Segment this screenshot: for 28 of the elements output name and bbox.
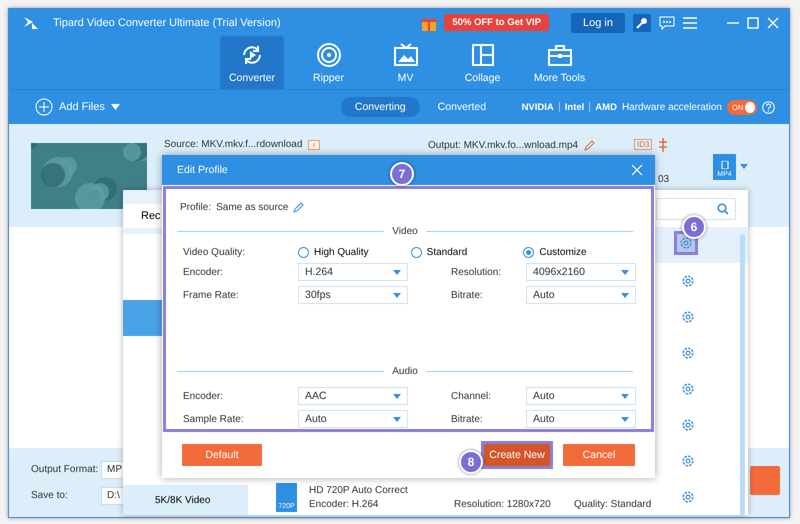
section-title: Audio [392, 366, 418, 376]
field-label: Resolution: [450, 266, 502, 278]
profile-name: Same as source [216, 202, 288, 212]
preset-encoder: Encoder: H.264 [309, 498, 380, 510]
field-label: Bitrate: [450, 290, 484, 300]
hardware-acceleration-label: Hardware acceleration [622, 102, 722, 112]
source-filename: Source: MKV.mkv.f...rdownload [164, 139, 302, 150]
field-label: Frame Rate: [183, 290, 240, 300]
save-to-label: Save to: [31, 490, 69, 501]
preset-name: HD 720P Auto Correct [309, 484, 409, 496]
output-format-label: Output Format: [31, 464, 100, 475]
field-label: Channel: [450, 390, 492, 402]
preset-quality: Quality: Standard [574, 498, 652, 510]
gpu-brand: NVIDIA [522, 102, 554, 112]
gpu-brand: Intel [564, 102, 584, 112]
section-title: Video [392, 226, 418, 236]
field-label: Sample Rate: [183, 414, 245, 424]
field-label: Video Quality: [183, 247, 246, 258]
output-filename: Output: MKV.mkv.fo...wnload.mp4 [428, 140, 578, 150]
field-label: Bitrate: [450, 414, 484, 424]
field-label: Encoder: [183, 266, 224, 278]
window-title: Tipard Video Converter Ultimate (Trial Version) [53, 16, 282, 28]
profile-label: Profile: [180, 202, 212, 212]
file-info-text: 03 [658, 174, 670, 185]
gpu-brand: AMD [595, 102, 617, 112]
dialog-title: Edit Profile [177, 164, 228, 176]
field-label: Encoder: [183, 390, 224, 402]
preset-resolution: Resolution: 1280x720 [454, 498, 552, 510]
